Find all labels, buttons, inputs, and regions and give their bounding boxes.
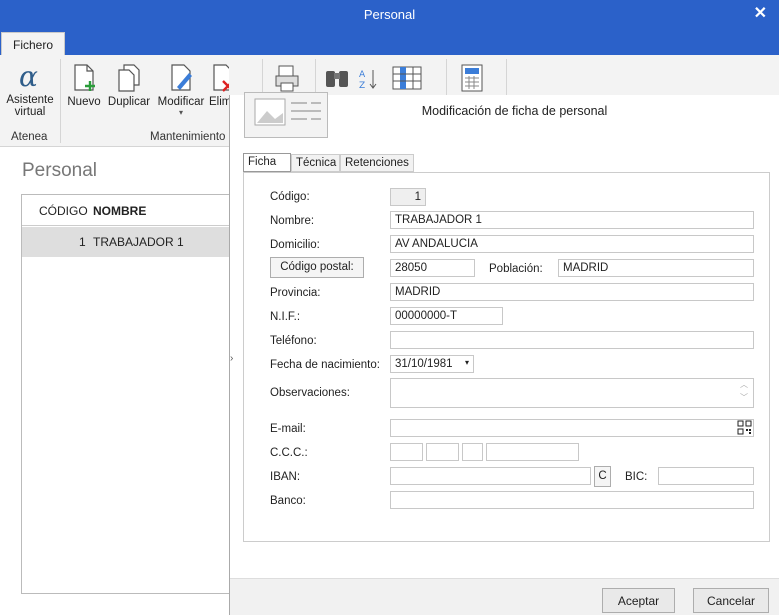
ribbon-separator bbox=[262, 59, 263, 95]
qr-code-icon[interactable] bbox=[737, 420, 752, 435]
duplicar-button[interactable]: Duplicar bbox=[105, 63, 153, 108]
row-codigo: 1 bbox=[79, 235, 86, 249]
email-label: E-mail: bbox=[270, 423, 306, 435]
eliminar-label: Elim bbox=[209, 96, 229, 108]
ribbon-separator bbox=[446, 59, 447, 95]
nombre-field[interactable]: TRABAJADOR 1 bbox=[390, 211, 754, 229]
delete-document-icon bbox=[213, 64, 229, 92]
fecha-nacimiento-field[interactable]: 31/10/1981 ▾ bbox=[390, 355, 474, 373]
ribbon-separator bbox=[506, 59, 507, 95]
iban-calc-button[interactable]: C bbox=[594, 466, 611, 487]
close-icon[interactable]: ✕ bbox=[754, 3, 767, 23]
column-header-codigo[interactable]: CÓDIGO bbox=[39, 204, 88, 218]
table-columns-icon bbox=[392, 66, 422, 90]
svg-text:α: α bbox=[19, 61, 38, 91]
table-row[interactable]: 1 TRABAJADOR 1 bbox=[22, 227, 230, 257]
svg-text:A: A bbox=[359, 70, 366, 80]
email-field[interactable] bbox=[390, 419, 754, 437]
modificar-label: Modificar bbox=[157, 96, 205, 108]
domicilio-field[interactable]: AV ANDALUCIA bbox=[390, 235, 754, 253]
telefono-label: Teléfono: bbox=[270, 335, 317, 347]
nuevo-button[interactable]: Nuevo bbox=[66, 63, 102, 108]
title-bar: Personal ✕ bbox=[0, 0, 779, 30]
domicilio-label: Domicilio: bbox=[270, 239, 320, 251]
chevron-right-icon[interactable]: › bbox=[230, 353, 233, 364]
nif-field[interactable]: 00000000-T bbox=[390, 307, 503, 325]
tab-retenciones[interactable]: Retenciones bbox=[340, 154, 414, 172]
cancelar-button[interactable]: Cancelar bbox=[693, 588, 769, 613]
window-title: Personal bbox=[363, 7, 416, 22]
codigo-field: 1 bbox=[390, 188, 426, 206]
alpha-icon: α bbox=[19, 61, 38, 91]
fecha-nacimiento-label: Fecha de nacimiento: bbox=[270, 359, 380, 371]
personal-grid: CÓDIGO NOMBRE 1 TRABAJADOR 1 bbox=[21, 194, 231, 594]
modificar-button[interactable]: Modificar ▾ bbox=[155, 63, 207, 117]
calculator-button[interactable] bbox=[456, 63, 488, 96]
grid-header: CÓDIGO NOMBRE bbox=[22, 195, 230, 226]
poblacion-field[interactable]: MADRID bbox=[558, 259, 754, 277]
group-label-mantenimiento: Mantenimiento bbox=[150, 131, 226, 143]
nif-label: N.I.F.: bbox=[270, 311, 301, 323]
bic-label: BIC: bbox=[625, 471, 648, 483]
dialog-title: Modificación de ficha de personal bbox=[421, 104, 608, 118]
binoculars-icon bbox=[326, 71, 348, 87]
ficha-panel: Código: 1 Nombre: TRABAJADOR 1 Domicilio… bbox=[243, 172, 770, 542]
asistente-label-1: Asistente bbox=[6, 94, 54, 106]
nombre-label: Nombre: bbox=[270, 215, 315, 227]
ccc-entidad-field[interactable] bbox=[390, 443, 423, 461]
ribbon-tab-row: Fichero bbox=[0, 30, 779, 56]
duplicate-icon bbox=[118, 64, 140, 92]
eliminar-button[interactable]: Elim bbox=[209, 63, 229, 108]
poblacion-label: Población: bbox=[489, 263, 543, 275]
provincia-field[interactable]: MADRID bbox=[390, 283, 754, 301]
page-title: Personal bbox=[22, 160, 97, 181]
printer-icon bbox=[275, 65, 299, 92]
iban-label: IBAN: bbox=[270, 471, 301, 483]
provincia-label: Provincia: bbox=[270, 287, 321, 299]
sort-button[interactable]: A Z bbox=[356, 67, 382, 94]
duplicar-label: Duplicar bbox=[107, 96, 151, 108]
telefono-field[interactable] bbox=[390, 331, 754, 349]
tab-tecnica[interactable]: Técnica bbox=[291, 154, 340, 172]
edit-document-icon bbox=[171, 64, 192, 91]
tab-fichero[interactable]: Fichero bbox=[1, 32, 65, 56]
dialog-footer: Aceptar Cancelar bbox=[230, 578, 779, 615]
ribbon-separator bbox=[60, 59, 61, 143]
ccc-dc-field[interactable] bbox=[462, 443, 483, 461]
svg-text:Z: Z bbox=[359, 81, 365, 91]
group-label-atenea: Atenea bbox=[11, 131, 48, 143]
calculator-icon bbox=[461, 64, 483, 92]
new-document-icon bbox=[74, 64, 95, 91]
nuevo-label: Nuevo bbox=[67, 96, 101, 108]
codigo-postal-button[interactable]: Código postal: bbox=[270, 257, 364, 278]
iban-field[interactable] bbox=[390, 467, 591, 485]
bic-field[interactable] bbox=[658, 467, 754, 485]
ribbon-separator bbox=[315, 59, 316, 95]
columns-button[interactable] bbox=[390, 63, 424, 96]
modificacion-dialog: Modificación de ficha de personal › Fich… bbox=[229, 92, 779, 615]
observaciones-label: Observaciones: bbox=[270, 387, 350, 399]
column-header-nombre[interactable]: NOMBRE bbox=[93, 204, 146, 218]
tab-ficha[interactable]: Ficha bbox=[243, 153, 291, 172]
codigo-label: Código: bbox=[270, 191, 310, 203]
ccc-oficina-field[interactable] bbox=[426, 443, 459, 461]
aceptar-button[interactable]: Aceptar bbox=[602, 588, 675, 613]
chevron-down-icon[interactable]: ▾ bbox=[465, 358, 469, 367]
scroll-arrows-icon[interactable]: ︿ ﹀ bbox=[740, 378, 748, 404]
codigo-postal-field[interactable]: 28050 bbox=[390, 259, 475, 277]
row-nombre: TRABAJADOR 1 bbox=[93, 235, 184, 249]
asistente-virtual-button[interactable]: α Asistente virtual bbox=[4, 61, 56, 118]
banco-label: Banco: bbox=[270, 495, 306, 507]
chevron-down-icon: ▾ bbox=[178, 108, 183, 117]
fecha-nacimiento-value: 31/10/1981 bbox=[395, 358, 453, 370]
observaciones-field[interactable] bbox=[390, 378, 754, 408]
banco-field[interactable] bbox=[390, 491, 754, 509]
sort-az-icon: A Z bbox=[359, 70, 377, 91]
ccc-label: C.C.C.: bbox=[270, 447, 308, 459]
ccc-cuenta-field[interactable] bbox=[486, 443, 579, 461]
asistente-label-2: virtual bbox=[14, 106, 46, 118]
